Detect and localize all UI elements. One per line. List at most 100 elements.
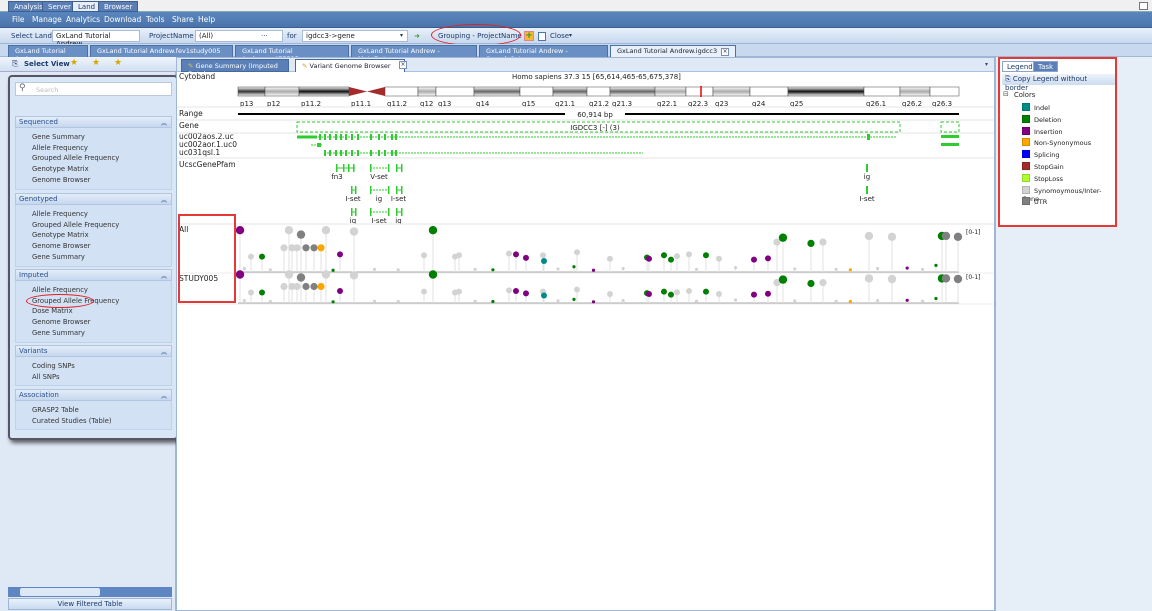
menu-file[interactable]: File (12, 15, 25, 24)
horizontal-scrollbar[interactable] (8, 587, 172, 597)
variant-point (591, 268, 596, 272)
copy-legend-button[interactable]: ⎘ Copy Legend without border (1002, 74, 1115, 92)
doc-tab[interactable]: GxLand Tutorial Andrew (8, 45, 88, 63)
project-name-input[interactable]: (All) (195, 30, 283, 42)
view-item[interactable]: Grouped Allele Frequency (32, 221, 119, 229)
chevron-down-icon[interactable]: ▾ (400, 32, 403, 39)
menu-analytics[interactable]: Analytics (66, 15, 100, 24)
pfam-domain-label: ig (376, 195, 382, 203)
variant-point (349, 227, 359, 236)
section-header-sequenced[interactable]: Sequenced ︽ (15, 116, 172, 128)
exon (324, 150, 326, 156)
variant-point (645, 255, 652, 262)
view-item[interactable]: Genotype Matrix (32, 165, 89, 173)
view-item[interactable]: Dose Matrix (32, 307, 73, 315)
copy-legend-label: Copy Legend without border (1005, 75, 1088, 92)
collapse-chevron-icon[interactable]: ︽ (161, 391, 167, 400)
pfam-domain-label: I-set (391, 195, 407, 203)
view-item[interactable]: Genome Browser (32, 242, 90, 250)
doc-tab[interactable]: GxLand Tutorial Andrew - SampleSets (479, 45, 608, 63)
variant-point (715, 255, 722, 262)
view-item[interactable]: All SNPs (32, 373, 60, 381)
view-item[interactable]: Allele Frequency (32, 210, 88, 218)
menu-help[interactable]: Help (198, 15, 215, 24)
variant-point (317, 282, 325, 291)
legend-item: Non-Synonymous (1022, 138, 1091, 147)
collapse-chevron-icon[interactable]: ︽ (161, 347, 167, 356)
section-title: Sequenced (19, 118, 58, 126)
variant-point (321, 270, 331, 279)
legend-item: UTR (1022, 197, 1047, 206)
cytoband-band (749, 86, 789, 97)
menu-download[interactable]: Download (104, 15, 141, 24)
section-header-genotyped[interactable]: Genotyped ︽ (15, 193, 172, 205)
legend-label: UTR (1034, 198, 1048, 207)
select-land-input[interactable]: GxLand Tutorial Andrew (52, 30, 140, 48)
view-filtered-table-button[interactable]: View Filtered Table (8, 598, 172, 610)
color-swatch (1022, 126, 1030, 135)
add-icon[interactable]: + (524, 31, 534, 41)
variant-point (235, 270, 245, 279)
view-item[interactable]: Genome Browser (32, 318, 90, 326)
genome-browser-canvas[interactable]: p13 p12 p11.2 p11.1 q11.2 q12 q13 q14 q15 q21.1 q2… (177, 58, 994, 610)
star-remove-icon[interactable]: ★ (92, 58, 100, 68)
legend-label: StopGain (1034, 163, 1064, 171)
variant-point (733, 266, 738, 270)
go-arrow-icon[interactable]: ➜ (414, 32, 420, 40)
menu-manage[interactable]: Manage (32, 15, 62, 24)
collapse-chevron-icon[interactable]: ︽ (161, 118, 167, 127)
view-item[interactable]: Coding SNPs (32, 362, 75, 370)
variant-point (750, 291, 757, 298)
pfam-domain (388, 186, 390, 194)
maximize-button[interactable] (1139, 2, 1148, 10)
legend-item: StopGain (1022, 162, 1064, 171)
view-item[interactable]: Gene Summary (32, 329, 85, 337)
gene-input[interactable]: igdcc3->gene (302, 30, 408, 42)
view-item[interactable]: Curated Studies (Table) (32, 417, 112, 425)
star-edit-icon[interactable]: ★ (114, 58, 122, 68)
menu-tools[interactable]: Tools (146, 15, 164, 24)
scrollbar-thumb[interactable] (20, 588, 100, 596)
collapse-chevron-icon[interactable]: ︽ (161, 195, 167, 204)
view-item[interactable]: Allele Frequency (32, 144, 88, 152)
menu-share[interactable]: Share (172, 15, 194, 24)
highlight-oval (26, 294, 94, 308)
select-view-button[interactable]: Select View (24, 60, 70, 68)
variant-point (606, 291, 613, 297)
variant-point (331, 268, 335, 272)
doc-tab[interactable]: GxLand Tutorial Andrew - MetaData (351, 45, 477, 63)
section-header-variants[interactable]: Variants ︽ (15, 345, 172, 357)
view-item[interactable]: Allele Frequency (32, 286, 88, 294)
legend-label: StopLoss (1034, 174, 1064, 183)
variant-point (778, 275, 788, 284)
search-input[interactable]: ⚲ Search (15, 82, 172, 96)
project-ellipsis-button[interactable]: ··· (261, 32, 268, 40)
app-tab-land[interactable]: Land (72, 1, 102, 12)
app-tab-browser[interactable]: Browser (98, 1, 139, 12)
tab-task[interactable]: Task (1033, 61, 1059, 72)
cytoband-band (654, 86, 687, 97)
close-icon[interactable]: × (721, 48, 730, 56)
doc-tab-active[interactable]: GxLand Tutorial Andrew.igdcc3 × (610, 45, 737, 57)
view-item[interactable]: Gene Summary (32, 253, 85, 261)
doc-tab[interactable]: GxLand Tutorial Andrew.fev1study005 (90, 45, 233, 57)
view-item[interactable]: Gene Summary (32, 133, 85, 141)
variant-point (848, 299, 852, 304)
collapse-icon[interactable]: ⊟ (1003, 90, 1009, 98)
close-button[interactable]: Close (550, 32, 569, 40)
view-item[interactable]: Genotype Matrix (32, 231, 89, 239)
gene-name: IGDCC3 [-] (3) (570, 124, 620, 132)
section-header-association[interactable]: Association ︽ (15, 389, 172, 401)
variant-point (864, 231, 874, 241)
variant-point (920, 299, 925, 303)
view-item[interactable]: Genome Browser (32, 176, 90, 184)
doc-tab[interactable]: GxLand Tutorial Andrew.rs475535 (235, 45, 349, 63)
exon (345, 150, 347, 156)
variant-point (667, 291, 674, 298)
view-item[interactable]: GRASP2 Table (32, 406, 79, 414)
section-header-imputed[interactable]: Imputed ︽ (15, 269, 172, 281)
star-add-icon[interactable]: ★ (70, 58, 78, 68)
view-item[interactable]: Grouped Allele Frequency (32, 154, 119, 162)
legend-item: Insertion (1022, 126, 1063, 136)
collapse-chevron-icon[interactable]: ︽ (161, 271, 167, 280)
